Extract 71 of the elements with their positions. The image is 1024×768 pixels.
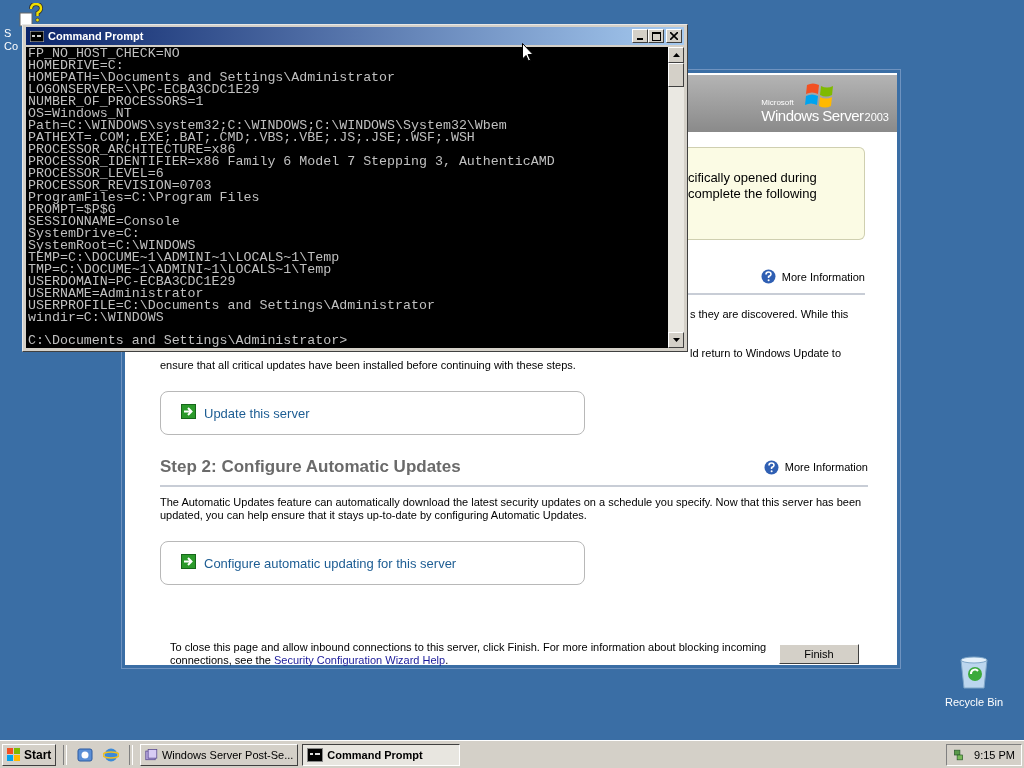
minimize-button[interactable]: [632, 29, 648, 43]
window-stack-icon: [145, 746, 158, 763]
windows-logo-icon: [7, 748, 21, 761]
more-information-link[interactable]: More Information: [784, 461, 868, 473]
configure-updates-button[interactable]: Configure automatic updating for this server: [160, 541, 585, 585]
scroll-down-button[interactable]: [668, 332, 684, 348]
console-icon: [30, 30, 44, 42]
console-line: NUMBER_OF_PROCESSORS=1: [28, 96, 204, 108]
windows-flag-icon: [805, 81, 836, 109]
paragraph-text: ensure that all critical updates have been installed before continuing with these steps.: [160, 359, 577, 372]
desktop-icon-label[interactable]: Recycle Bin: [944, 696, 1004, 709]
scrollbar[interactable]: [668, 47, 684, 348]
window-title: Command Prompt: [48, 30, 145, 42]
console-line: PROCESSOR_ARCHITECTURE=x86: [28, 144, 236, 156]
help-icon: [760, 269, 776, 284]
help-icon: [763, 459, 779, 475]
paragraph-text: ld return to Windows Update to: [690, 347, 842, 360]
console-line: PROCESSOR_LEVEL=6: [28, 168, 164, 180]
console-line: SESSIONNAME=Console: [28, 216, 180, 228]
scroll-up-button[interactable]: [668, 47, 684, 63]
paragraph-text: s they are discovered. While this: [690, 308, 849, 321]
console-line: windir=C:\WINDOWS: [28, 312, 164, 324]
help-file-icon[interactable]: [18, 3, 44, 27]
clock: 9:15 PM: [974, 748, 1015, 761]
console-line: SystemRoot=C:\WINDOWS: [28, 240, 196, 252]
console-line: USERDOMAIN=PC-ECBA3CDC1E29: [28, 276, 236, 288]
console-icon: [307, 747, 324, 762]
scroll-thumb[interactable]: [668, 63, 684, 87]
console-line: OS=Windows_NT: [28, 108, 132, 120]
down-arrow-icon: [672, 338, 680, 342]
console-line: USERNAME=Administrator: [28, 288, 204, 300]
product-version: 2003: [864, 111, 889, 123]
start-button[interactable]: Start: [2, 743, 57, 766]
maximize-icon: [651, 31, 661, 41]
console-line: TEMP=C:\DOCUME~1\ADMINI~1\LOCALS~1\Temp: [28, 252, 340, 264]
arrow-icon: [181, 403, 196, 419]
console-line: PROMPT=$P$G: [28, 204, 116, 216]
desktop-icon-label[interactable]: S: [0, 27, 12, 40]
console-line: Path=C:\WINDOWS\system32;C:\WINDOWS;C:\WINDOWS\System32\Wbem: [28, 120, 507, 132]
taskbar-button[interactable]: Windows Server Post-Se...: [140, 743, 299, 766]
console-line: HOMEDRIVE=C:: [28, 60, 124, 72]
paragraph-text: The Automatic Updates feature can automatically download the latest security updates on a schedule you specify. Now that this server has been updated, you can help ensure that it stays up-to-date by configuring Automatic Updates.: [160, 496, 863, 522]
brand-caption: Microsoft: [761, 98, 794, 107]
note-text: cifically opened during: [688, 170, 818, 186]
close-button[interactable]: [666, 29, 682, 43]
maximize-button[interactable]: [648, 29, 664, 43]
console-line: USERPROFILE=C:\Documents and Settings\Administrator: [28, 300, 435, 312]
console-line: HOMEPATH=\Documents and Settings\Administrator: [28, 72, 396, 84]
note-text: complete the following: [688, 186, 818, 202]
recycle-bin-icon[interactable]: [958, 656, 990, 690]
console-line: SystemDrive=C:: [28, 228, 140, 240]
console-line: PATHEXT=.COM;.EXE;.BAT;.CMD;.VBS;.VBE;.JS;.JSE;.WSF;.WSH: [28, 132, 475, 144]
command-prompt-line[interactable]: C:\Documents and Settings\Administrator>: [28, 335, 348, 347]
step-heading: Step 2: Configure Automatic Updates: [160, 457, 461, 477]
desktop-shortcut-icon[interactable]: [77, 746, 94, 763]
console-line: ProgramFiles=C:\Program Files: [28, 192, 260, 204]
update-server-button[interactable]: Update this server: [160, 391, 585, 435]
console-line: LOGONSERVER=\\PC-ECBA3CDC1E29: [28, 84, 260, 96]
finish-button[interactable]: Finish: [779, 644, 859, 664]
taskbar-button[interactable]: Command Prompt: [302, 743, 461, 766]
console-line: FP_NO_HOST_CHECK=NO: [28, 48, 180, 60]
close-icon: [670, 32, 678, 40]
console-line: TMP=C:\DOCUME~1\ADMINI~1\LOCALS~1\Temp: [28, 264, 332, 276]
up-arrow-icon: [672, 53, 680, 57]
arrow-icon: [181, 553, 196, 569]
console-line: PROCESSOR_REVISION=0703: [28, 180, 212, 192]
desktop-icon-label[interactable]: Co: [0, 40, 19, 53]
footer-text: To close this page and allow inbound connections to this server, click Finish. For more information about blocking incoming connections, see the Security Configuration Wizard Help.: [170, 641, 768, 667]
product-name: Windows Server: [761, 107, 864, 124]
more-information-link[interactable]: More Information: [781, 270, 865, 283]
console-line: PROCESSOR_IDENTIFIER=x86 Family 6 Model 7 Stepping 3, AuthenticAMD: [28, 156, 555, 168]
